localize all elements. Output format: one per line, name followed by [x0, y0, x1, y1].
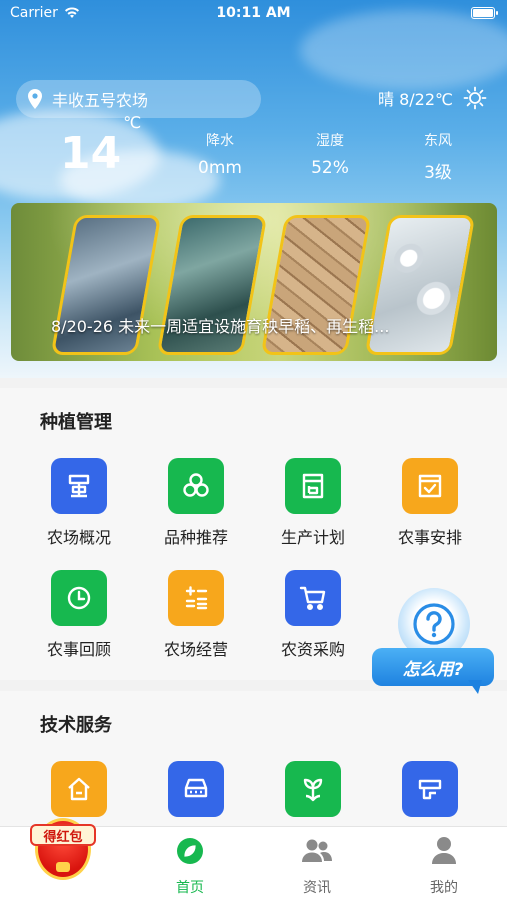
plant-icon: [285, 761, 341, 817]
wind-stat: 东风 3级: [398, 130, 478, 183]
tab-home[interactable]: 首页: [150, 827, 230, 900]
tile-label: 农场经营: [163, 640, 228, 659]
tech-service-item[interactable]: [24, 761, 134, 817]
red-packet-label: 得红包: [30, 824, 96, 846]
stat-value: 52%: [311, 158, 349, 178]
banner-text: 8/20-26 未来一周适宜设施育秧早稻、再生稻...: [51, 317, 390, 336]
operation-icon: [168, 570, 224, 626]
status-bar: Carrier 10:11 AM: [0, 0, 507, 28]
farm-overview-icon: [51, 458, 107, 514]
tech-service-item[interactable]: [141, 761, 251, 817]
section-title: 种植管理: [40, 412, 112, 433]
variety-recommend-button[interactable]: 品种推荐: [141, 458, 251, 548]
weather-summary-text: 晴 8/22℃: [378, 90, 453, 109]
sun-icon: [463, 86, 487, 110]
tech-service-item[interactable]: [258, 761, 368, 817]
precipitation-stat: 降水 0mm: [180, 130, 260, 178]
stat-label: 东风: [424, 133, 452, 149]
farm-operation-button[interactable]: 农场经营: [141, 570, 251, 660]
tab-label: 资讯: [303, 880, 331, 896]
machine-icon: [168, 761, 224, 817]
farm-review-button[interactable]: 农事回顾: [24, 570, 134, 660]
stat-label: 降水: [206, 133, 234, 149]
variety-icon: [168, 458, 224, 514]
weather-header: Carrier 10:11 AM 丰收五号农场 晴 8/22℃ 14℃ 降水 0…: [0, 0, 507, 378]
clock: 10:11 AM: [216, 5, 291, 21]
tab-label: 首页: [176, 880, 204, 896]
weather-summary: 晴 8/22℃: [378, 86, 487, 110]
leaf-icon: [177, 838, 203, 864]
how-to-use-button[interactable]: 怎么用?: [372, 588, 496, 706]
plan-icon: [285, 458, 341, 514]
advisory-banner[interactable]: 8/20-26 未来一周适宜设施育秧早稻、再生稻...: [11, 203, 497, 361]
tab-news[interactable]: 资讯: [277, 827, 357, 900]
supply-purchase-button[interactable]: 农资采购: [258, 570, 368, 660]
tech-service-section: 技术服务: [0, 691, 507, 826]
farm-overview-button[interactable]: 农场概况: [24, 458, 134, 548]
tile-label: 品种推荐: [163, 528, 228, 547]
farm-schedule-button[interactable]: 农事安排: [375, 458, 485, 548]
tile-label: 生产计划: [280, 528, 345, 547]
section-title: 技术服务: [40, 715, 112, 736]
user-icon: [432, 837, 456, 864]
stat-value: 3级: [424, 163, 452, 183]
tile-label: 农事安排: [397, 528, 462, 547]
tile-label: 农场概况: [46, 528, 111, 547]
tile-label: 农事回顾: [46, 640, 111, 659]
location-pin-icon: [28, 89, 42, 109]
stat-label: 湿度: [316, 133, 344, 149]
battery-icon: [471, 7, 498, 19]
temperature-unit: ℃: [123, 113, 142, 133]
tab-profile[interactable]: 我的: [404, 827, 484, 900]
current-temperature: 14℃: [60, 113, 141, 179]
irrigation-icon: [402, 761, 458, 817]
cart-icon: [285, 570, 341, 626]
red-packet-button[interactable]: 得红包: [28, 814, 98, 886]
stat-value: 0mm: [198, 158, 242, 178]
review-icon: [51, 570, 107, 626]
temperature-value: 14: [60, 128, 122, 179]
production-plan-button[interactable]: 生产计划: [258, 458, 368, 548]
humidity-stat: 湿度 52%: [290, 130, 370, 178]
tech-service-item[interactable]: [375, 761, 485, 817]
location-label: 丰收五号农场: [52, 91, 149, 110]
tile-label: 农资采购: [280, 640, 345, 659]
users-icon: [302, 839, 332, 862]
tab-label: 我的: [430, 880, 458, 896]
schedule-icon: [402, 458, 458, 514]
house-icon: [51, 761, 107, 817]
